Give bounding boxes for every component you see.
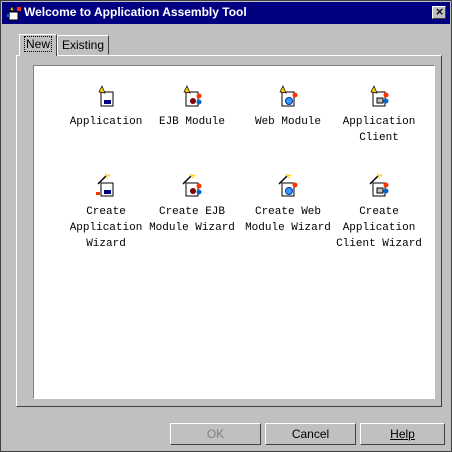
window-title: Welcome to Application Assembly Tool [24, 5, 247, 19]
app-assembly-icon [7, 5, 21, 21]
item-label: EJB Module [158, 116, 225, 128]
application-icon [98, 85, 114, 107]
ok-button[interactable]: OK [170, 423, 261, 445]
item-label: Create Web Module Wizard [245, 206, 331, 234]
ejb-module-icon [183, 85, 202, 107]
item-label: Create EJB Module Wizard [149, 206, 235, 234]
item-create-application-client-wizard[interactable]: Create Application Client Wizard [331, 174, 427, 252]
item-create-application-wizard[interactable]: Create Application Wizard [58, 174, 154, 252]
item-application-client[interactable]: Application Client [331, 84, 427, 146]
close-button[interactable]: × [432, 5, 446, 19]
wizard-list: Application EJB Module Web Module Applic… [33, 65, 435, 399]
web-module-wizard-icon [278, 174, 298, 197]
tab-panel: Application EJB Module Web Module Applic… [16, 55, 442, 407]
close-icon: × [435, 5, 445, 18]
cancel-button-label: Cancel [291, 427, 330, 441]
item-label: Create Application Wizard [69, 206, 143, 250]
item-web-module[interactable]: Web Module [240, 84, 336, 130]
tab-new[interactable]: New [19, 34, 58, 56]
item-create-ejb-module-wizard[interactable]: Create EJB Module Wizard [144, 174, 240, 236]
title-bar[interactable]: Welcome to Application Assembly Tool × [2, 2, 450, 24]
item-label: Application [69, 116, 143, 128]
cancel-button[interactable]: Cancel [265, 423, 356, 445]
item-label: Create Application Client Wizard [336, 206, 422, 250]
help-button[interactable]: Help [360, 423, 445, 445]
application-client-wizard-icon [369, 174, 389, 197]
web-module-icon [279, 85, 298, 107]
application-wizard-icon [96, 174, 114, 197]
tab-new-label: New [24, 36, 53, 52]
ejb-module-wizard-icon [182, 174, 202, 197]
ok-button-label: OK [206, 427, 225, 441]
item-label: Web Module [254, 116, 321, 128]
tab-existing[interactable]: Existing [57, 35, 110, 55]
tab-existing-label: Existing [62, 38, 105, 52]
item-create-web-module-wizard[interactable]: Create Web Module Wizard [240, 174, 336, 236]
help-button-label: Help [390, 427, 415, 441]
item-label: Application Client [342, 116, 416, 144]
item-application[interactable]: Application [58, 84, 154, 130]
item-ejb-module[interactable]: EJB Module [144, 84, 240, 130]
application-client-icon [370, 85, 389, 107]
dialog-window: Welcome to Application Assembly Tool × N… [0, 0, 452, 452]
